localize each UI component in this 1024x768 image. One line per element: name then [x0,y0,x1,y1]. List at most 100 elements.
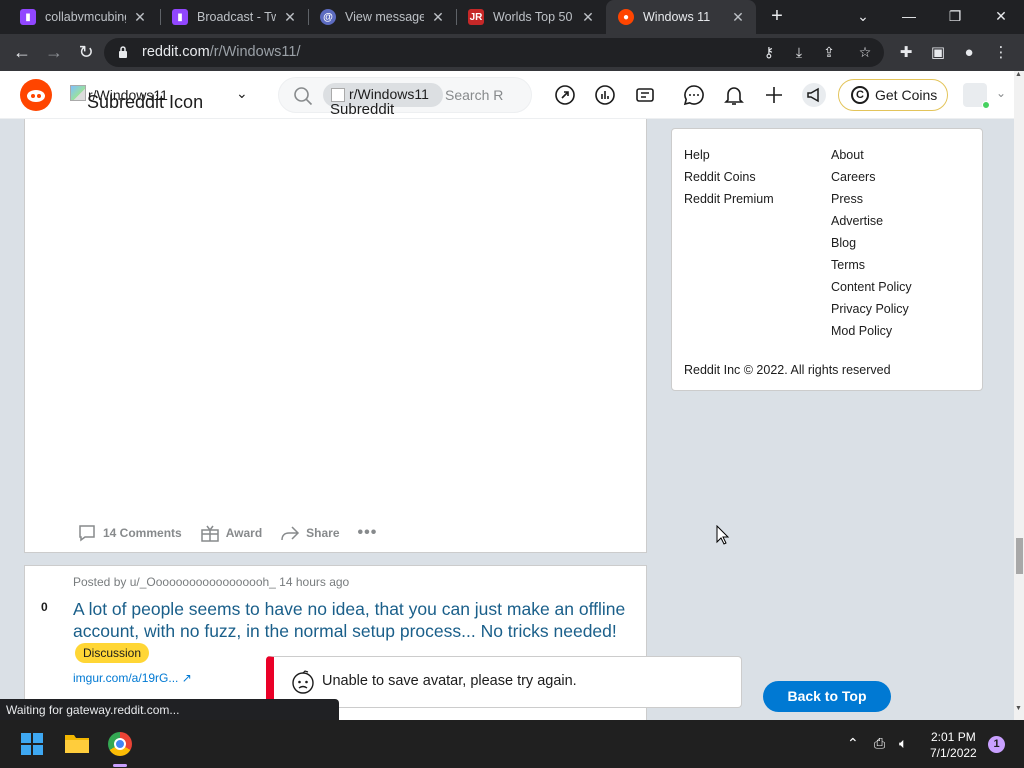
forward-button[interactable]: → [42,41,66,65]
stats-icon[interactable] [593,83,617,107]
chevron-down-icon[interactable]: ⌄ [996,86,1006,100]
browser-tab[interactable]: ▮ collabvmcubing ✕ [8,0,158,34]
browser-tab[interactable]: @ View message - ✕ [308,0,456,34]
lock-icon [119,46,127,58]
windows-taskbar: ⌃ ⎙ 🔈︎ 2:01 PM 7/1/2022 1 [0,720,1024,768]
footer-link-advertise[interactable]: Advertise [831,210,912,232]
footer-link-press[interactable]: Press [831,188,912,210]
volume-icon[interactable]: 🔈︎ [899,735,907,752]
browser-tab[interactable]: JR Worlds Top 50 S ✕ [456,0,606,34]
share-button[interactable]: Share [280,523,340,543]
system-clock[interactable]: 2:01 PM 7/1/2022 [930,729,977,761]
post-link[interactable]: imgur.com/a/19rG... ↗ [73,671,192,685]
reddit-logo[interactable] [20,79,52,111]
clock-time: 2:01 PM [931,730,976,744]
search-placeholder: Search R [445,87,504,103]
show-hidden-icons-chevron-icon[interactable]: ⌃ [847,735,859,752]
twitch-icon: ▮ [20,9,36,25]
notifications-bell-icon[interactable] [722,83,746,107]
more-options-icon[interactable]: ••• [358,524,378,542]
install-app-icon[interactable]: ⤓ [790,43,808,61]
address-bar[interactable]: reddit.com/r/Windows11/ ⚷ ⤓ ⇪ ☆ [104,38,884,67]
footer-link-careers[interactable]: Careers [831,166,912,188]
footer-link-help[interactable]: Help [684,144,774,166]
windows-start-icon[interactable] [21,733,43,755]
new-tab-button[interactable]: + [766,6,788,28]
search-input[interactable]: r/Windows11 Search R [278,77,532,113]
subreddit-icon [331,88,345,102]
side-panel-icon[interactable]: ▣ [927,42,949,64]
close-icon[interactable]: ✕ [132,9,148,26]
mod-queue-icon[interactable] [633,83,657,107]
profile-icon[interactable]: ● [958,42,980,64]
close-icon[interactable]: ✕ [430,9,446,26]
footer-link-mod-policy[interactable]: Mod Policy [831,320,912,342]
footer-link-about[interactable]: About [831,144,912,166]
browser-toolbar: ← → ↻ reddit.com/r/Windows11/ ⚷ ⤓ ⇪ ☆ ✚ … [0,34,1024,71]
get-coins-button[interactable]: C Get Coins [838,79,948,111]
network-icon[interactable]: ⎙ [874,735,885,752]
community-selector[interactable]: r/Windows11 Subreddit Icon ⌄ [70,83,258,112]
back-button[interactable]: ← [10,41,34,65]
post-card[interactable]: 14 Comments Award Share ••• [24,119,647,553]
chat-icon[interactable] [682,83,706,107]
get-coins-label: Get Coins [875,87,938,103]
back-to-top-button[interactable]: Back to Top [763,681,891,712]
comments-button[interactable]: 14 Comments [77,523,182,543]
file-explorer-icon[interactable] [64,732,90,754]
sidebar-footer-card: Help Reddit Coins Reddit Premium About C… [671,128,983,391]
footer-link-reddit-coins[interactable]: Reddit Coins [684,166,774,188]
search-icon [294,87,313,106]
footer-link-blog[interactable]: Blog [831,232,912,254]
footer-link-privacy-policy[interactable]: Privacy Policy [831,298,912,320]
create-post-plus-icon[interactable] [762,83,786,107]
tab-title: View message - [345,10,424,24]
scroll-down-arrow-icon[interactable]: ▼ [1015,705,1022,712]
footer-link-terms[interactable]: Terms [831,254,912,276]
vote-score: 0 [41,600,48,614]
share-label: Share [306,526,340,540]
page-scrollbar[interactable]: ▲ ▼ [1014,71,1024,720]
search-scope-name: r/Windows11 [349,86,429,102]
post-title[interactable]: A lot of people seems to have no idea, t… [73,598,641,664]
extensions-icon[interactable]: ✚ [895,42,917,64]
scroll-up-arrow-icon[interactable]: ▲ [1015,71,1022,78]
award-button[interactable]: Award [200,523,262,543]
footer-link-reddit-premium[interactable]: Reddit Premium [684,188,774,210]
chevron-down-icon: ⌄ [236,85,248,101]
key-icon[interactable]: ⚷ [760,43,778,61]
share-icon[interactable]: ⇪ [820,43,838,61]
post-flair[interactable]: Discussion [75,643,150,663]
close-icon[interactable]: ✕ [730,9,746,26]
close-icon[interactable]: ✕ [282,9,298,26]
close-icon[interactable]: ✕ [580,9,596,26]
url-text: reddit.com/r/Windows11/ [142,44,301,60]
bookmark-star-icon[interactable]: ☆ [856,43,874,61]
active-app-indicator [113,764,127,767]
notification-badge[interactable]: 1 [988,736,1005,753]
external-link-icon: ↗ [181,671,192,685]
browser-tab[interactable]: ▮ Broadcast - Twit ✕ [160,0,308,34]
menu-icon[interactable]: ⋮ [990,42,1012,64]
tab-title: Broadcast - Twit [197,10,276,24]
chrome-icon[interactable] [108,732,132,756]
footer-links-left: Help Reddit Coins Reddit Premium [684,144,774,210]
scrollbar-thumb[interactable] [1016,538,1023,574]
advertise-megaphone-icon[interactable] [802,83,826,107]
subreddit-icon [70,85,86,101]
browser-tab-active[interactable]: ● Windows 11 ✕ [606,0,756,34]
footer-links-right: About Careers Press Advertise Blog Terms… [831,144,912,342]
comment-icon [77,523,97,543]
window-close-button[interactable]: ✕ [978,0,1024,34]
user-avatar[interactable] [963,83,990,109]
restore-button[interactable]: ❐ [932,0,978,34]
twitch-icon: ▮ [172,9,188,25]
popular-icon[interactable] [553,83,577,107]
mouse-cursor-icon [716,525,730,545]
reload-button[interactable]: ↻ [74,41,98,65]
tab-search-icon[interactable]: ⌄ [840,0,886,34]
minimize-button[interactable]: — [886,0,932,34]
footer-link-content-policy[interactable]: Content Policy [831,276,912,298]
toast-message: Unable to save avatar, please try again. [322,673,577,689]
tab-title: collabvmcubing [45,10,126,24]
